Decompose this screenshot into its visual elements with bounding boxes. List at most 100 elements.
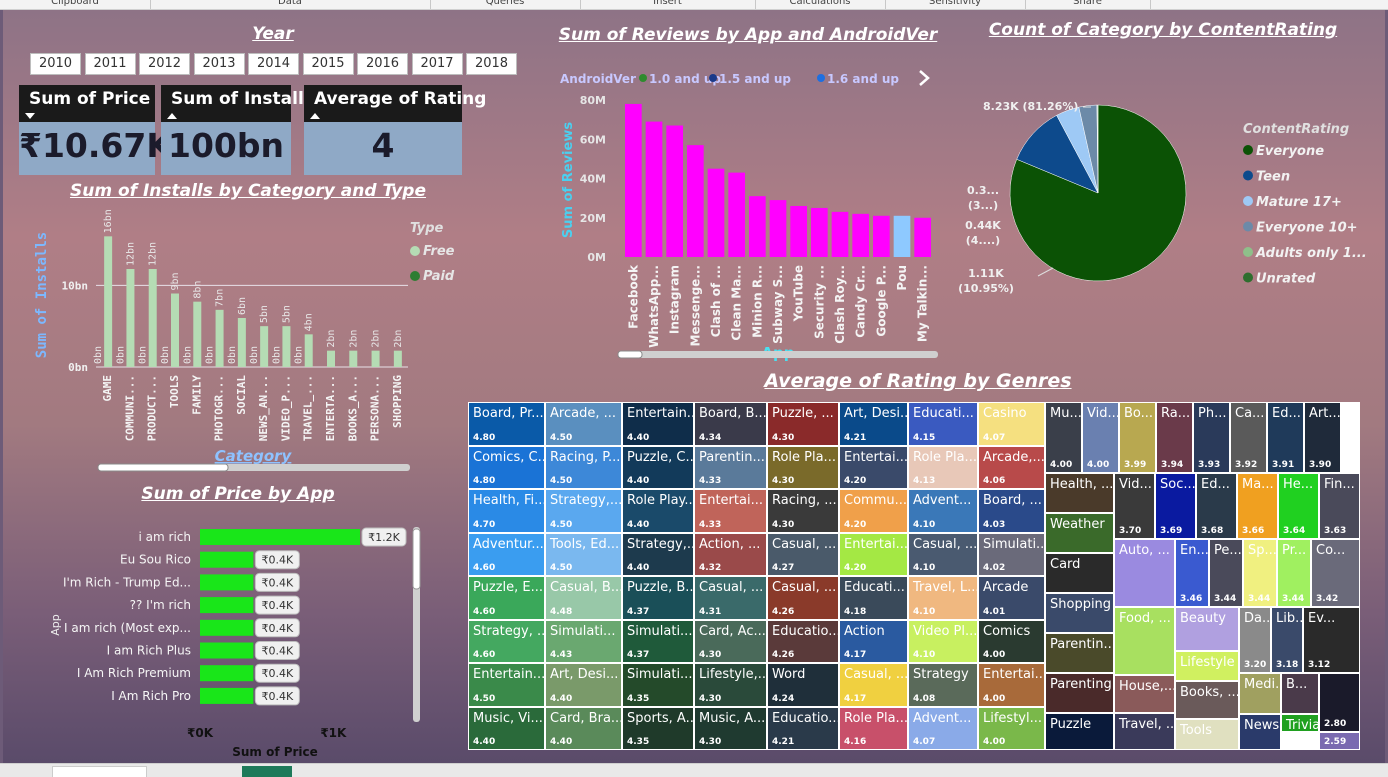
treemap-cell[interactable]: Entertain... 4.50 bbox=[468, 663, 545, 707]
treemap-cell[interactable]: Casual, ... 4.10 bbox=[908, 532, 978, 576]
treemap-cell[interactable]: Role Pla... 4.13 bbox=[908, 445, 978, 489]
treemap-cell[interactable]: Educatio... 4.26 bbox=[767, 619, 839, 663]
treemap-cell[interactable]: Pe... 3.44 bbox=[1209, 539, 1243, 607]
ribbon-group-label[interactable]: Share bbox=[1025, 0, 1150, 7]
treemap-cell[interactable]: He... 3.64 bbox=[1278, 473, 1319, 539]
treemap-cell[interactable]: Ed... 3.91 bbox=[1267, 402, 1304, 473]
treemap-cell[interactable]: Co... 3.42 bbox=[1311, 539, 1360, 607]
treemap-cell[interactable]: Shopping bbox=[1045, 593, 1114, 633]
treemap-cell[interactable]: Role Pla... 4.30 bbox=[767, 445, 839, 489]
treemap-cell[interactable]: Simulati... 4.37 bbox=[622, 619, 694, 663]
treemap-cell[interactable]: Puzzle, B... 4.37 bbox=[622, 576, 694, 620]
year-button-2013[interactable]: 2013 bbox=[193, 53, 245, 75]
treemap-cell[interactable]: Da... 3.20 bbox=[1239, 607, 1271, 673]
year-button-2016[interactable]: 2016 bbox=[357, 53, 408, 75]
treemap-cell[interactable]: Medi... bbox=[1239, 673, 1281, 714]
treemap-cell[interactable]: Ph... 3.93 bbox=[1193, 402, 1230, 473]
treemap-cell[interactable]: Advent... 4.07 bbox=[908, 706, 978, 750]
treemap-cell[interactable]: Soc... 3.69 bbox=[1155, 473, 1196, 539]
treemap-cell[interactable]: Puzzle, E... 4.60 bbox=[468, 576, 545, 620]
treemap-cell[interactable]: Entertai... 4.00 bbox=[978, 663, 1045, 707]
treemap-cell[interactable]: En... 3.46 bbox=[1175, 539, 1209, 607]
treemap-cell[interactable]: Ca... 3.92 bbox=[1230, 402, 1267, 473]
ribbon-group-label[interactable]: Insert bbox=[580, 0, 755, 7]
treemap-cell[interactable]: Action, ... 4.32 bbox=[694, 532, 767, 576]
treemap-cell[interactable]: Simulati... 4.35 bbox=[622, 663, 694, 707]
treemap-cell[interactable]: Card, Bra... 4.40 bbox=[545, 706, 622, 750]
treemap-cell[interactable]: Board, ... 4.03 bbox=[978, 489, 1045, 533]
ribbon-group-label[interactable]: Calculations bbox=[755, 0, 885, 7]
treemap-cell[interactable]: Puzzle, C... 4.40 bbox=[622, 445, 694, 489]
treemap-cell[interactable]: Role Pla... 4.16 bbox=[839, 706, 908, 750]
treemap-cell[interactable]: Board, Pr... 4.80 bbox=[468, 402, 545, 446]
year-button-2015[interactable]: 2015 bbox=[302, 53, 354, 75]
treemap-cell[interactable]: Casino 4.07 bbox=[978, 402, 1045, 446]
treemap-cell[interactable]: Sp... 3.44 bbox=[1243, 539, 1277, 607]
treemap-cell[interactable]: Food, ... bbox=[1114, 607, 1175, 675]
treemap-cell[interactable]: Educati... 4.15 bbox=[908, 402, 978, 446]
treemap-cell[interactable]: Weather bbox=[1045, 513, 1114, 553]
year-button-2012[interactable]: 2012 bbox=[139, 53, 190, 75]
treemap-cell[interactable]: Tools, Ed... 4.50 bbox=[545, 532, 622, 576]
status-active-tab[interactable] bbox=[242, 766, 292, 777]
treemap-cell[interactable]: Ra... 3.94 bbox=[1156, 402, 1193, 473]
treemap-cell[interactable]: Board, B... 4.34 bbox=[694, 402, 767, 446]
treemap-cell[interactable]: Puzzle, ... 4.30 bbox=[767, 402, 839, 446]
treemap-cell[interactable]: Educati... 4.18 bbox=[839, 576, 908, 620]
treemap-cell[interactable]: House,... bbox=[1114, 675, 1175, 713]
treemap-cell[interactable]: Sports, A... 4.35 bbox=[622, 706, 694, 750]
treemap-cell[interactable]: Parenting bbox=[1045, 673, 1114, 713]
treemap-cell[interactable]: Strategy,... 4.50 bbox=[545, 489, 622, 533]
treemap-cell[interactable]: Ma... 3.66 bbox=[1237, 473, 1278, 539]
treemap-cell[interactable]: 2.59 bbox=[1319, 732, 1360, 750]
treemap-cell[interactable]: Strategy, ... 4.60 bbox=[468, 619, 545, 663]
status-tab[interactable] bbox=[52, 766, 147, 777]
treemap-cell[interactable]: Beauty bbox=[1175, 607, 1239, 651]
treemap-cell[interactable]: Casual, ... 4.26 bbox=[767, 576, 839, 620]
treemap-cell[interactable]: Advent... 4.10 bbox=[908, 489, 978, 533]
treemap-cell[interactable]: Comics 4.00 bbox=[978, 619, 1045, 663]
treemap-cell[interactable]: Casual, ... 4.31 bbox=[694, 576, 767, 620]
treemap-cell[interactable]: Trivia bbox=[1281, 714, 1319, 732]
treemap-cell[interactable]: Auto, ... bbox=[1114, 539, 1175, 607]
treemap-cell[interactable]: Strategy 4.08 bbox=[908, 663, 978, 707]
year-button-2017[interactable]: 2017 bbox=[411, 53, 463, 75]
treemap-cell[interactable]: Lib... 3.18 bbox=[1271, 607, 1303, 673]
treemap-cell[interactable]: Arcade 4.01 bbox=[978, 576, 1045, 620]
treemap-cell[interactable]: Educatio... 4.21 bbox=[767, 706, 839, 750]
treemap-cell[interactable]: News, ... bbox=[1239, 714, 1281, 750]
treemap-cell[interactable]: Commu... 4.20 bbox=[839, 489, 908, 533]
treemap-cell[interactable]: Pr... 3.44 bbox=[1277, 539, 1311, 607]
sort-asc-icon[interactable] bbox=[310, 113, 320, 119]
treemap-cell[interactable]: Travel, ... bbox=[1114, 713, 1175, 750]
treemap-cell[interactable]: Health, ... bbox=[1045, 473, 1114, 513]
treemap-cell[interactable]: Ev... 3.12 bbox=[1303, 607, 1360, 673]
treemap-cell[interactable]: Tools bbox=[1175, 719, 1239, 750]
treemap-cell[interactable]: Music, A... 4.30 bbox=[694, 706, 767, 750]
treemap-cell[interactable]: Word 4.24 bbox=[767, 663, 839, 707]
treemap-cell[interactable]: B... bbox=[1281, 673, 1319, 714]
treemap-cell[interactable]: Casual, ... 4.27 bbox=[767, 532, 839, 576]
treemap-cell[interactable]: Music, Vi... 4.40 bbox=[468, 706, 545, 750]
treemap-cell[interactable]: Health, Fi... 4.70 bbox=[468, 489, 545, 533]
treemap-cell[interactable]: Simulati... 4.43 bbox=[545, 619, 622, 663]
treemap-cell[interactable]: Lifestyle bbox=[1175, 651, 1239, 681]
treemap-cell[interactable]: Casual, ... 4.17 bbox=[839, 663, 908, 707]
treemap-cell[interactable]: Action 4.17 bbox=[839, 619, 908, 663]
treemap-cell[interactable]: Travel, L... 4.10 bbox=[908, 576, 978, 620]
treemap-cell[interactable]: Puzzle bbox=[1045, 713, 1114, 750]
treemap-cell[interactable]: Mu... 4.00 bbox=[1045, 402, 1082, 473]
treemap-cell[interactable]: Lifestyl... 4.00 bbox=[978, 706, 1045, 750]
treemap-cell[interactable]: Strategy,... 4.40 bbox=[622, 532, 694, 576]
treemap-cell[interactable]: Casual, B... 4.48 bbox=[545, 576, 622, 620]
treemap-cell[interactable]: Parentin... bbox=[1045, 633, 1114, 673]
treemap-cell[interactable]: Arcade,... 4.06 bbox=[978, 445, 1045, 489]
treemap-cell[interactable]: Role Play... 4.40 bbox=[622, 489, 694, 533]
treemap-cell[interactable]: Vid... 3.70 bbox=[1114, 473, 1155, 539]
treemap-cell[interactable]: Bo... 3.99 bbox=[1119, 402, 1156, 473]
treemap-cell[interactable]: Racing, ... 4.30 bbox=[767, 489, 839, 533]
sort-asc-icon[interactable] bbox=[167, 113, 177, 119]
treemap-cell[interactable]: Art, Desi... 4.21 bbox=[839, 402, 908, 446]
treemap-cell[interactable]: Card, Ac... 4.30 bbox=[694, 619, 767, 663]
treemap-cell[interactable]: Parentin... 4.33 bbox=[694, 445, 767, 489]
